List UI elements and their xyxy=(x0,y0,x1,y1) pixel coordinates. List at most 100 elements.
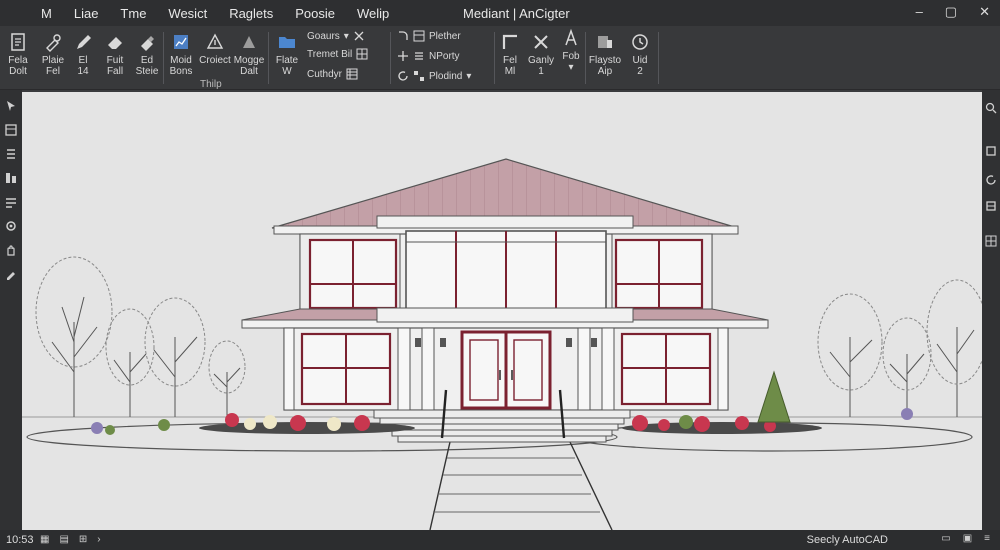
corner-icon xyxy=(500,32,520,52)
zoom-icon[interactable] xyxy=(985,102,997,114)
ribbon-separator xyxy=(585,32,586,84)
status-icons: ▦ ▤ ⊞ › xyxy=(40,534,101,545)
tree-right-2 xyxy=(882,317,932,417)
pencil-icon xyxy=(73,32,93,52)
ribbon-tool-text[interactable]: Fob ▾ xyxy=(559,28,583,73)
eraser-alt-icon xyxy=(137,32,157,52)
rotate-icon xyxy=(398,71,408,81)
palette-icon[interactable] xyxy=(4,195,18,209)
grid-icon[interactable]: ▤ xyxy=(59,534,68,545)
ribbon-tool-merge[interactable]: Mogge Dalt xyxy=(232,32,266,77)
left-toolbar xyxy=(0,90,22,530)
ribbon-separator xyxy=(268,32,269,84)
triangle-icon xyxy=(205,32,225,52)
menu-item-help[interactable]: Welip xyxy=(346,6,400,21)
window-controls: – ▢ ✕ xyxy=(916,4,990,20)
ribbon-tool-pencil[interactable]: El 14 xyxy=(70,32,96,77)
ribbon: Fela Dolt Plaie Fel El 14 Fuit Fall Ed S… xyxy=(0,26,1000,90)
ribbon-separator xyxy=(163,32,164,84)
panel-icon xyxy=(413,30,425,42)
tree-left-2 xyxy=(105,308,155,417)
ribbon-separator xyxy=(390,32,391,84)
ribbon-separator xyxy=(494,32,495,84)
ribbon-row-tool-5[interactable]: NPorty xyxy=(397,50,460,62)
ribbon-row-tool-3[interactable]: Cuthdyr xyxy=(307,68,358,80)
ribbon-tool-delete[interactable]: Ganly 1 xyxy=(526,32,556,77)
status-right-icons: ▭ ▣ ≡ xyxy=(941,533,990,544)
layers-icon xyxy=(595,32,615,52)
roof xyxy=(271,158,739,235)
window-title: Mediant | AnCigter xyxy=(463,6,570,21)
array-icon xyxy=(414,71,424,81)
blocks-icon[interactable] xyxy=(4,171,18,185)
settings-icon[interactable] xyxy=(4,219,18,233)
title-bar: M Liae Tme Wesict Raglets Poosie Welip M… xyxy=(0,0,1000,26)
grid-icon[interactable] xyxy=(985,235,997,247)
dropdown-arrow-icon: ▾ xyxy=(343,30,349,42)
pen-icon[interactable] xyxy=(4,267,18,281)
document-icon xyxy=(8,32,28,52)
chart-icon xyxy=(171,32,191,52)
menu-item-4[interactable]: Wesict xyxy=(157,6,218,21)
select-icon[interactable] xyxy=(4,99,18,113)
porch-roof xyxy=(241,307,769,329)
clock-icon xyxy=(630,32,650,52)
maximize-button[interactable]: ▢ xyxy=(945,4,957,20)
dropdown-arrow-icon: ▾ xyxy=(466,70,472,82)
ribbon-tool-model[interactable]: Moid Bons xyxy=(166,32,196,77)
status-time: 10:53 xyxy=(6,534,34,546)
ortho-icon[interactable]: ⊞ xyxy=(79,534,87,545)
folder-icon xyxy=(277,32,297,52)
flower-bed-left xyxy=(91,413,415,435)
dropdown-arrow-icon: ▾ xyxy=(568,62,574,73)
tree-left-1 xyxy=(35,256,113,417)
grid-icon xyxy=(356,48,368,60)
hand-icon[interactable] xyxy=(4,243,18,257)
ribbon-tool-project[interactable]: Croiect xyxy=(198,32,232,66)
ribbon-tool-new[interactable]: Fela Dolt xyxy=(4,32,32,77)
status-bar: 10:53 ▦ ▤ ⊞ › Seecly AutoCAD ▭ ▣ ≡ xyxy=(0,530,1000,550)
brush-icon xyxy=(43,32,63,52)
arrow-right-icon[interactable]: › xyxy=(97,534,100,545)
tree-right-1 xyxy=(817,293,883,417)
ribbon-tool-place[interactable]: Plaie Fel xyxy=(38,32,68,77)
ribbon-tool-user[interactable]: Uid 2 xyxy=(626,32,654,77)
snap-icon[interactable]: ▦ xyxy=(40,534,49,545)
ribbon-row-tool-4[interactable]: Plether xyxy=(397,30,461,42)
fillet-icon xyxy=(399,31,408,40)
scissors-icon xyxy=(354,31,364,41)
menu-item-5[interactable]: Raglets xyxy=(218,6,284,21)
lower-storey xyxy=(283,327,729,411)
window-icon[interactable]: ▣ xyxy=(963,533,972,544)
menu-icon[interactable]: ≡ xyxy=(984,533,990,544)
layers-icon[interactable] xyxy=(4,123,18,137)
house-elevation-drawing xyxy=(22,158,982,530)
ribbon-tool-fillet[interactable]: Fel Ml xyxy=(497,32,523,77)
pan-icon[interactable] xyxy=(985,145,997,157)
close-button[interactable]: ✕ xyxy=(979,4,990,20)
orbit-icon[interactable] xyxy=(985,174,997,186)
status-app-name: Seecly AutoCAD xyxy=(806,534,888,546)
ribbon-separator xyxy=(658,32,659,84)
table-icon xyxy=(346,68,358,80)
panel-icon[interactable]: ▭ xyxy=(941,533,950,544)
ribbon-tool-eraser[interactable]: Fuit Fall xyxy=(100,32,130,77)
properties-icon[interactable] xyxy=(4,147,18,161)
ribbon-tool-folder[interactable]: Flate W xyxy=(272,32,302,77)
ribbon-group-label: Thilp xyxy=(200,79,222,90)
menu-item-6[interactable]: Poosie xyxy=(284,6,346,21)
ribbon-row-tool-2[interactable]: Tremet Bil xyxy=(307,48,368,60)
tree-left-3 xyxy=(144,297,206,417)
menu-item-file[interactable]: M xyxy=(30,6,63,21)
ribbon-tool-layers[interactable]: Flaysto Aip xyxy=(588,32,622,77)
ribbon-row-tool-1[interactable]: Goaurs ▾ xyxy=(307,30,365,42)
ribbon-row-tool-6[interactable]: Plodind ▾ xyxy=(397,70,471,82)
menu-item-3[interactable]: Tme xyxy=(109,6,157,21)
drawing-canvas[interactable] xyxy=(22,92,982,530)
shape-icon xyxy=(239,32,259,52)
view-icon[interactable] xyxy=(985,200,997,212)
ribbon-tool-stretch[interactable]: Ed Steie xyxy=(132,32,162,77)
minimize-button[interactable]: – xyxy=(916,4,923,20)
text-icon xyxy=(561,28,581,48)
menu-item-2[interactable]: Liae xyxy=(63,6,110,21)
